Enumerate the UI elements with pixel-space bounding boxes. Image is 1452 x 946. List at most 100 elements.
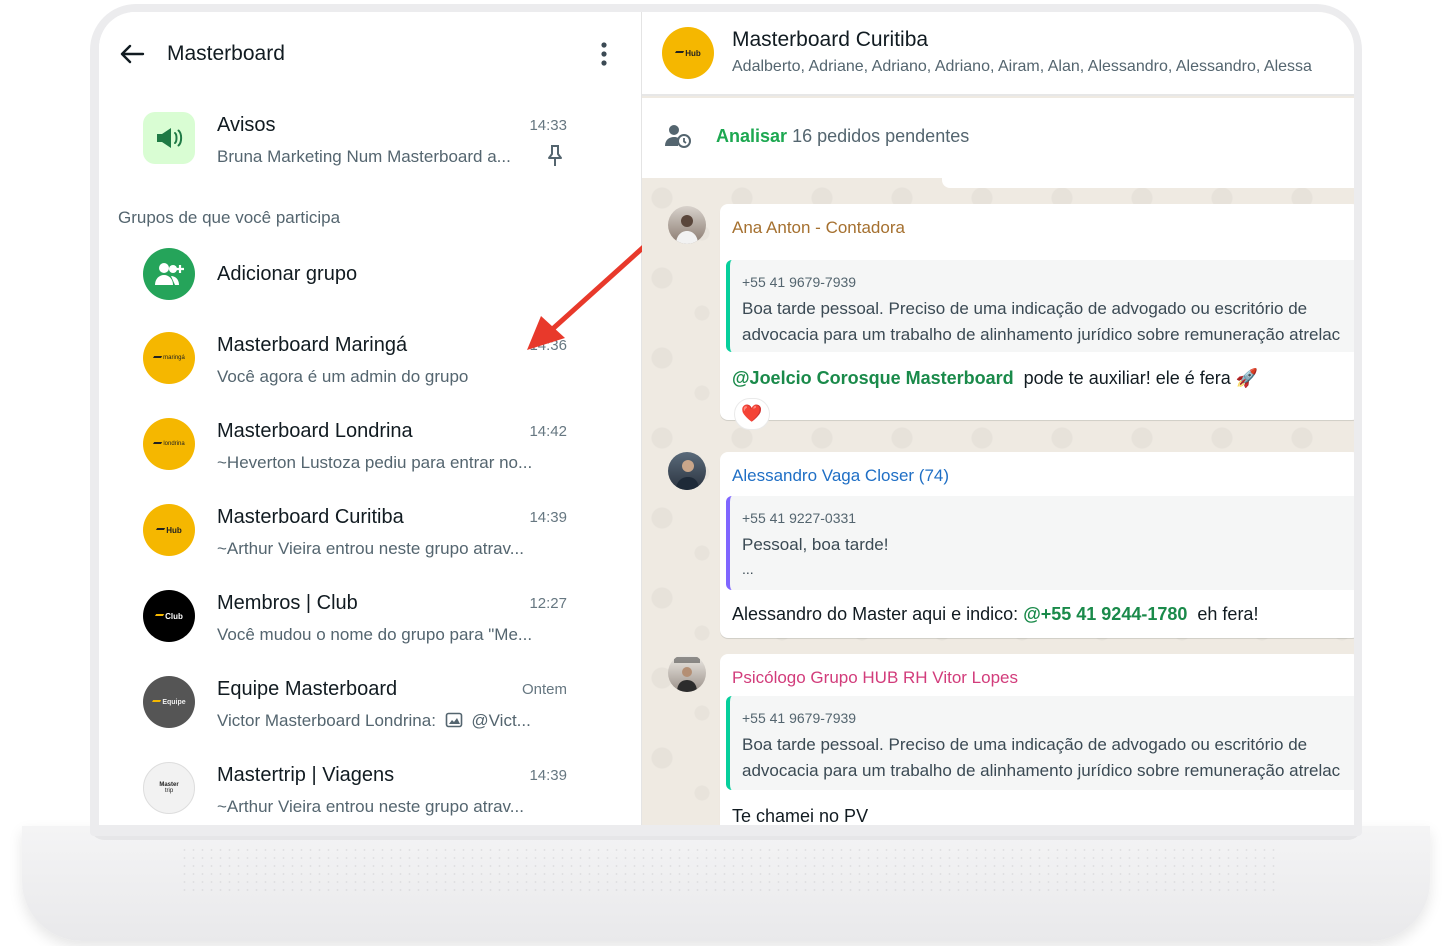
image-icon <box>445 712 462 728</box>
hub-logo-icon: Hub <box>674 49 701 58</box>
add-group-icon <box>155 263 184 285</box>
community-panel: Masterboard Avisos 14:33 Bruna Marketing… <box>99 12 650 825</box>
quoted-text-line: advocacia para um trabalho de alinhament… <box>742 761 1341 780</box>
group-preview: ~Heverton Lustoza pediu para entrar no..… <box>217 453 533 472</box>
quoted-phone: +55 41 9679-7939 <box>742 274 857 290</box>
kebab-menu-icon[interactable] <box>597 40 611 68</box>
chat-members: Adalberto, Adriane, Adriano, Adriano, Ai… <box>732 58 1312 75</box>
group-avatar: londrina <box>143 418 195 470</box>
mention-link[interactable]: @+55 41 9244-1780 <box>1023 604 1187 624</box>
group-title: Membros | Club <box>217 592 358 614</box>
sender-avatar[interactable] <box>668 452 706 490</box>
announcements-time: 14:33 <box>529 117 567 134</box>
group-title: Equipe Masterboard <box>217 678 398 700</box>
review-link[interactable]: Analisar <box>716 126 787 146</box>
group-preview: Você mudou o nome do grupo para "Me... <box>217 625 533 644</box>
add-group-label: Adicionar grupo <box>217 263 358 285</box>
heart-reaction[interactable]: ❤️ <box>734 398 770 430</box>
previous-message-edge <box>942 178 1354 188</box>
mastertrip-logo-icon: Master trip <box>159 782 179 794</box>
group-title: Masterboard Maringá <box>217 334 408 356</box>
announcements-item[interactable]: Avisos 14:33 Bruna Marketing Num Masterb… <box>99 108 641 190</box>
announcements-avatar <box>143 112 195 164</box>
group-time: 14:39 <box>529 767 567 784</box>
message-sender[interactable]: Psicólogo Grupo HUB RH Vitor Lopes <box>732 668 1018 688</box>
message-bubble: Psicólogo Grupo HUB RH Vitor Lopes +55 4… <box>720 654 1354 825</box>
group-title: Masterboard Curitiba <box>217 506 404 528</box>
group-title: Masterboard Londrina <box>217 420 413 442</box>
pending-user-icon <box>665 125 691 148</box>
quoted-text-line: ... <box>742 561 754 577</box>
message-bubble: Ana Anton - Contadora +55 41 9679-7939 B… <box>720 204 1354 420</box>
masterboard-logo-icon: londrina <box>152 441 185 447</box>
pending-requests-bar[interactable]: Analisar 16 pedidos pendentes <box>642 98 1354 178</box>
mention-link[interactable]: @Joelcio Corosque Masterboard <box>732 368 1014 388</box>
chat-avatar: Hub <box>662 27 714 79</box>
message-text: @Joelcio Corosque Masterboard pode te au… <box>732 368 1259 388</box>
message-text: Alessandro do Master aqui e indico: @+55… <box>732 604 1259 624</box>
group-time: 14:42 <box>529 423 567 440</box>
pending-requests-text: Analisar 16 pedidos pendentes <box>716 126 970 146</box>
community-title: Masterboard <box>167 42 285 65</box>
masterboard-logo-icon: maringá <box>152 355 185 361</box>
group-item-mastertrip-viagens[interactable]: Master trip Mastertrip | Viagens 14:39 ~A… <box>99 748 641 825</box>
chat-title: Masterboard Curitiba <box>732 28 929 51</box>
sender-avatar[interactable] <box>668 654 706 692</box>
hub-logo-icon: Hub <box>155 526 182 535</box>
keyboard-texture <box>180 846 1280 896</box>
laptop-mockup: Masterboard Avisos 14:33 Bruna Marketing… <box>0 0 1452 946</box>
quoted-message[interactable]: +55 41 9679-7939 Boa tarde pessoal. Prec… <box>726 260 1354 352</box>
quoted-message[interactable]: +55 41 9679-7939 Boa tarde pessoal. Prec… <box>726 696 1354 790</box>
person-photo-icon <box>676 215 698 244</box>
groups-section-label: Grupos de que você participa <box>118 208 341 227</box>
sender-avatar[interactable] <box>668 206 706 244</box>
group-avatar: Master trip <box>143 762 195 814</box>
group-time: Ontem <box>521 681 567 698</box>
group-item-equipe-masterboard[interactable]: Equipe Equipe Masterboard Ontem Victor M… <box>99 662 641 748</box>
message-sender[interactable]: Ana Anton - Contadora <box>732 218 905 238</box>
community-header: Masterboard <box>99 12 641 96</box>
message-text: Te chamei no PV <box>732 806 869 825</box>
group-avatar: Equipe <box>143 676 195 728</box>
person-photo-icon <box>676 460 699 490</box>
person-photo-icon <box>674 657 700 692</box>
group-title: Mastertrip | Viagens <box>217 764 395 786</box>
megaphone-icon <box>157 128 183 148</box>
group-item-masterboard-londrina[interactable]: londrina Masterboard Londrina 14:42 ~Hev… <box>99 404 641 490</box>
message-bubble: Alessandro Vaga Closer (74) +55 41 9227-… <box>720 452 1354 638</box>
add-group-avatar <box>143 248 195 300</box>
quoted-phone: +55 41 9679-7939 <box>742 710 857 726</box>
group-preview: ~Arthur Vieira entrou neste grupo atrav.… <box>217 797 524 816</box>
announcements-preview: Bruna Marketing Num Masterboard a... <box>217 147 511 166</box>
quoted-text-line: Pessoal, boa tarde! <box>742 535 889 554</box>
quoted-text-line: Boa tarde pessoal. Preciso de uma indica… <box>742 299 1308 318</box>
group-item-masterboard-maringa[interactable]: maringá Masterboard Maringá 14:36 Você a… <box>99 318 641 404</box>
rocket-emoji: 🚀 <box>1235 368 1259 388</box>
group-item-membros-club[interactable]: Club Membros | Club 12:27 Você mudou o n… <box>99 576 641 662</box>
group-avatar: Club <box>143 590 195 642</box>
group-time: 14:39 <box>529 509 567 526</box>
quoted-text-line: advocacia para um trabalho de alinhament… <box>742 325 1341 344</box>
quoted-phone: +55 41 9227-0331 <box>742 510 857 526</box>
group-time: 14:36 <box>529 337 567 354</box>
group-preview: Victor Masterboard Londrina: @Vict... <box>217 711 531 730</box>
group-time: 12:27 <box>529 595 567 612</box>
group-avatar: maringá <box>143 332 195 384</box>
group-preview: ~Arthur Vieira entrou neste grupo atrav.… <box>217 539 524 558</box>
group-preview: Você agora é um admin do grupo <box>217 367 469 386</box>
chat-header[interactable]: Hub Masterboard Curitiba Adalberto, Adri… <box>642 12 1354 96</box>
group-item-masterboard-curitiba[interactable]: Hub Masterboard Curitiba 14:39 ~Arthur V… <box>99 490 641 576</box>
club-logo-icon: Club <box>153 612 183 621</box>
app-screen: Masterboard Avisos 14:33 Bruna Marketing… <box>99 12 1354 825</box>
chat-panel: Hub Masterboard Curitiba Adalberto, Adri… <box>642 12 1354 825</box>
group-avatar: Hub <box>143 504 195 556</box>
announcements-title: Avisos <box>217 114 276 136</box>
back-arrow-icon[interactable] <box>119 42 145 66</box>
quoted-text-line: Boa tarde pessoal. Preciso de uma indica… <box>742 735 1308 754</box>
message-sender[interactable]: Alessandro Vaga Closer (74) <box>732 466 949 486</box>
message-list: Ana Anton - Contadora +55 41 9679-7939 B… <box>642 178 1354 825</box>
pin-icon <box>548 145 562 166</box>
quoted-message[interactable]: +55 41 9227-0331 Pessoal, boa tarde! ... <box>726 496 1354 590</box>
equipe-logo-icon: Equipe <box>151 699 186 706</box>
add-group-button[interactable]: Adicionar grupo <box>99 234 641 314</box>
